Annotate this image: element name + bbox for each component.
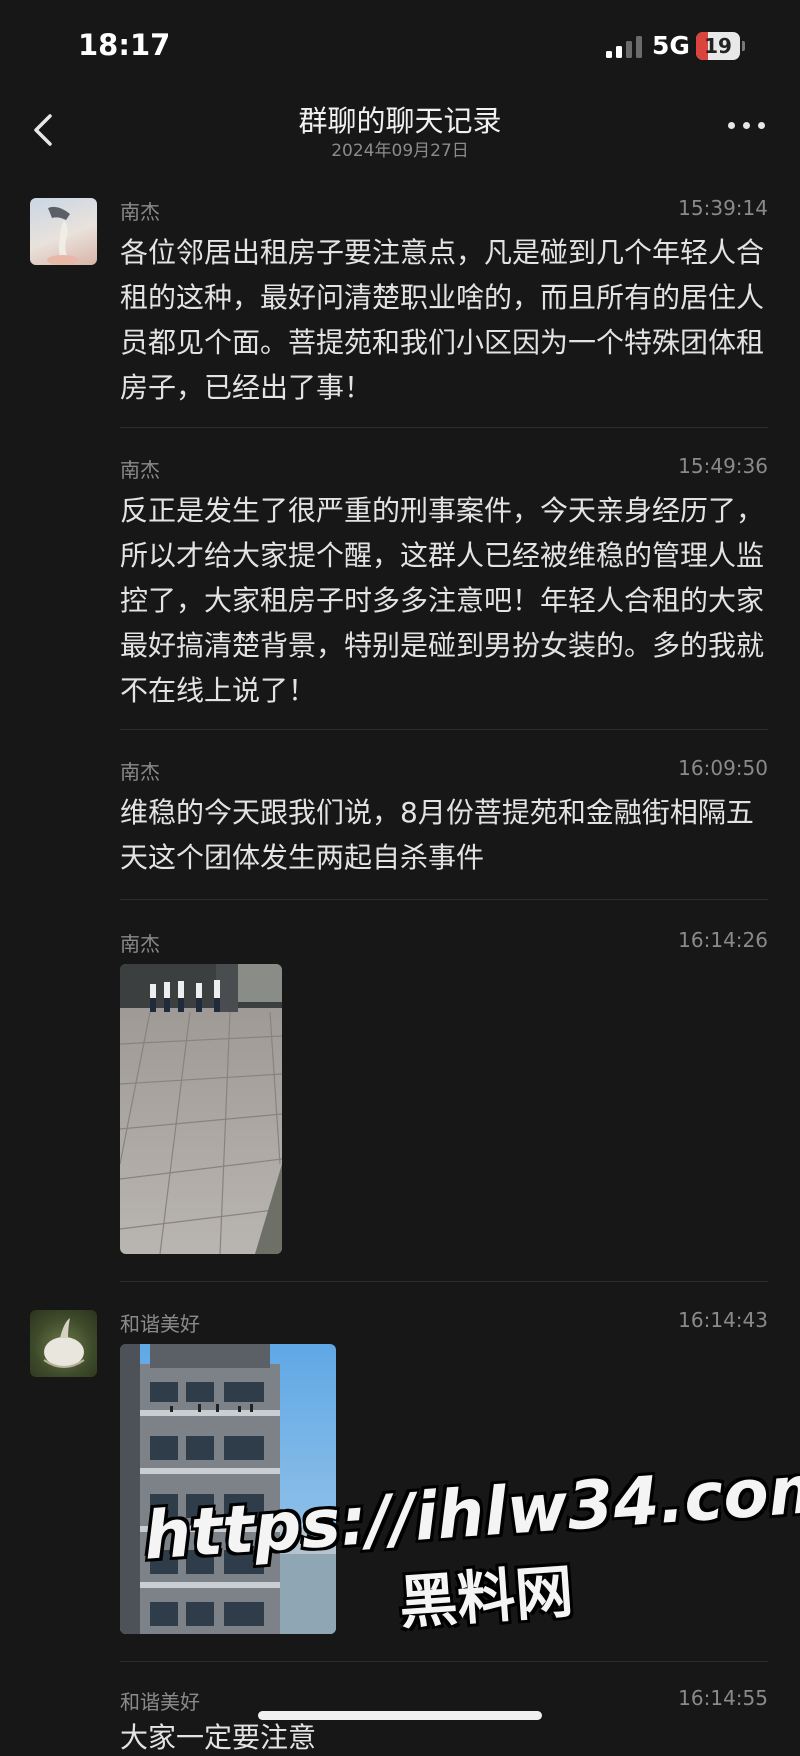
message-text[interactable]: 大家一定要注意 [120, 1716, 316, 1756]
message-time: 15:39:14 [678, 196, 768, 220]
message-text[interactable]: 维稳的今天跟我们说，8月份菩提苑和金融街相隔五天这个团体发生两起自杀事件 [120, 790, 770, 880]
battery-icon: 19 [696, 32, 745, 60]
home-indicator[interactable] [258, 1711, 542, 1720]
avatar[interactable] [30, 198, 97, 265]
message-time: 16:09:50 [678, 756, 768, 780]
divider [120, 1661, 768, 1662]
avatar[interactable] [30, 1310, 97, 1377]
status-bar: 18:17 5G 19 [0, 0, 800, 92]
divider [120, 729, 768, 730]
avatar-garlic-icon [43, 1318, 85, 1368]
divider [120, 1281, 768, 1282]
status-time: 18:17 [78, 28, 171, 62]
sender-name: 和谐美好 [120, 1690, 200, 1714]
watermark-name: 黑料网 [396, 1557, 576, 1638]
sender-name: 和谐美好 [120, 1312, 200, 1336]
page-title: 群聊的聊天记录 [298, 104, 502, 138]
page-date: 2024年09月27日 [331, 141, 469, 161]
divider [120, 899, 768, 900]
message-text[interactable]: 反正是发生了很严重的刑事案件，今天亲身经历了，所以才给大家提个醒，这群人已经被维… [120, 488, 770, 713]
nav-bar: 群聊的聊天记录 2024年09月27日 [0, 92, 800, 168]
message-time: 16:14:26 [678, 928, 768, 952]
divider [120, 427, 768, 428]
sender-name: 南杰 [120, 932, 160, 956]
network-type: 5G [652, 31, 690, 60]
cellular-signal-icon [606, 36, 642, 58]
battery-level: 19 [704, 34, 732, 58]
more-horizontal-icon[interactable] [728, 120, 768, 132]
sender-name: 南杰 [120, 760, 160, 784]
message-text[interactable]: 各位邻居出租房子要注意点，凡是碰到几个年轻人合租的这种，最好问清楚职业啥的，而且… [120, 230, 770, 410]
avatar-figure-icon [47, 206, 79, 265]
message-time: 16:14:55 [678, 1686, 768, 1710]
sender-name: 南杰 [120, 458, 160, 482]
street-plaza-photo[interactable] [120, 964, 282, 1254]
message-time: 16:14:43 [678, 1308, 768, 1332]
message-time: 15:49:36 [678, 454, 768, 478]
sender-name: 南杰 [120, 200, 160, 224]
